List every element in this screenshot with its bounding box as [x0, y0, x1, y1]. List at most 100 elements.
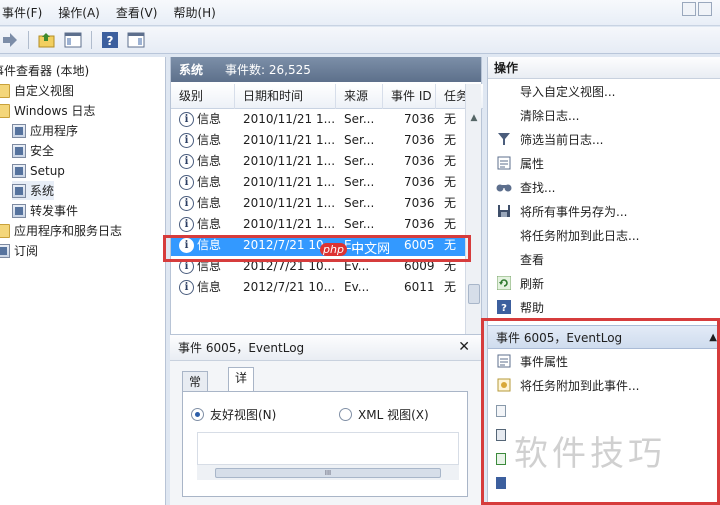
action-label: 查看: [520, 252, 545, 267]
table-row[interactable]: i 信息 2010/11/21 1... Ser... 7036 无: [171, 193, 467, 214]
tree-item-custom-views[interactable]: 自定义视图: [0, 81, 74, 100]
column-header-task[interactable]: 任务: [436, 84, 467, 109]
action-item[interactable]: 查看: [488, 248, 720, 270]
svg-text:?: ?: [107, 34, 114, 48]
action-label: 将任务附加到此事件...: [520, 378, 640, 393]
action-item[interactable]: 导入自定义视图...: [488, 80, 720, 102]
tree-item-system[interactable]: 系统: [12, 181, 55, 200]
event-count: 事件数: 26,525: [225, 63, 311, 77]
table-row[interactable]: i 信息 2010/11/21 1... Ser... 7036 无: [171, 151, 467, 172]
action-item[interactable]: 将所有事件另存为...: [488, 200, 720, 222]
radio-friendly-view[interactable]: 友好视图(N): [191, 406, 276, 423]
action-item[interactable]: 刷新: [488, 272, 720, 294]
action-label: 查找...: [520, 180, 556, 195]
tree-item-setup[interactable]: Setup: [12, 161, 65, 180]
tree-item-security[interactable]: 安全: [12, 141, 54, 160]
column-header-datetime[interactable]: 日期和时间: [235, 84, 336, 109]
grid-header: 级别 日期和时间 来源 事件 ID 任务: [171, 84, 483, 109]
tree-item-forwarded-events[interactable]: 转发事件: [12, 201, 78, 220]
close-window-icon[interactable]: [698, 2, 712, 16]
scroll-thumb[interactable]: [468, 284, 480, 304]
action-item[interactable]: 将任务附加到此日志...: [488, 224, 720, 246]
toolbar-separator: [91, 31, 92, 49]
svg-text:?: ?: [501, 303, 507, 314]
action-label: 筛选当前日志...: [520, 132, 604, 147]
action-label: 帮助: [520, 300, 545, 315]
table-row[interactable]: i 信息 2012/7/21 10... Ev... 6009 无: [171, 256, 467, 277]
help-button[interactable]: ?: [100, 30, 120, 50]
column-header-event-id[interactable]: 事件 ID: [383, 84, 436, 109]
scroll-up-icon[interactable]: ▲: [466, 110, 482, 126]
tree-item-windows-logs[interactable]: Windows 日志: [0, 101, 95, 120]
event-actions-title: 事件 6005，EventLog: [496, 331, 623, 345]
tree-item-label: 订阅: [14, 244, 39, 258]
close-icon[interactable]: ✕: [458, 339, 470, 355]
info-icon: i: [179, 112, 194, 127]
table-row[interactable]: i 信息 2010/11/21 1... Ser... 7036 无: [171, 109, 467, 130]
cell-task: 无: [444, 133, 457, 147]
menu-action[interactable]: 操作(A): [50, 4, 108, 21]
collapse-icon[interactable]: ▲: [709, 326, 717, 350]
watermark: 软件技巧: [514, 434, 666, 474]
radio-label: XML 视图(X): [358, 408, 429, 422]
table-row[interactable]: i 信息 2010/11/21 1... Ser... 7036 无: [171, 172, 467, 193]
cell-event-id: 7036: [404, 112, 435, 126]
cell-datetime: 2012/7/21 10...: [243, 280, 335, 294]
cell-level: 信息: [197, 154, 222, 168]
forward-button[interactable]: [0, 30, 20, 50]
table-row[interactable]: i 信息 2012/7/21 10... Ev... 6011 无: [171, 277, 467, 298]
detail-horizontal-scrollbar[interactable]: III: [197, 464, 459, 480]
menu-bar: 事件(F) 操作(A) 查看(V) 帮助(H): [0, 0, 720, 26]
scroll-thumb[interactable]: III: [215, 468, 441, 478]
cell-task: 无: [444, 280, 457, 294]
column-header-source[interactable]: 来源: [336, 84, 383, 109]
tab-details[interactable]: 详细信息: [228, 367, 255, 445]
tree-item-subscriptions[interactable]: 订阅: [0, 241, 38, 260]
show-hide-tree-button[interactable]: [63, 30, 83, 50]
cell-source: Ev...: [344, 280, 370, 294]
menu-view[interactable]: 查看(V): [108, 4, 166, 21]
action-item[interactable]: 筛选当前日志...: [488, 128, 720, 150]
help-icon: ?: [496, 299, 512, 315]
action-label: 将所有事件另存为...: [520, 204, 628, 219]
event-actions-header[interactable]: 事件 6005，EventLog ▲: [488, 325, 720, 349]
cell-source: Ser...: [344, 175, 375, 189]
action-pane-button[interactable]: [126, 30, 146, 50]
cell-source: Ser...: [344, 217, 375, 231]
radio-dot[interactable]: [339, 408, 352, 421]
cell-datetime: 2010/11/21 1...: [243, 112, 335, 126]
radio-xml-view[interactable]: XML 视图(X): [339, 406, 429, 423]
action-item[interactable]: 属性: [488, 152, 720, 174]
event-action-item[interactable]: 事件属性: [488, 350, 720, 372]
table-row[interactable]: i 信息 2010/11/21 1... Ser... 7036 无: [171, 130, 467, 151]
up-folder-button[interactable]: [37, 30, 57, 50]
vertical-scrollbar[interactable]: ▲ ▼: [465, 84, 481, 369]
action-item[interactable]: 查找...: [488, 176, 720, 198]
restore-icon[interactable]: [682, 2, 696, 16]
folder-icon: [0, 223, 10, 238]
action-item[interactable]: ? 帮助: [488, 296, 720, 318]
tree-item-app-service-logs[interactable]: 应用程序和服务日志: [0, 221, 122, 240]
action-icon-stub: [496, 405, 506, 417]
log-icon: [12, 183, 26, 198]
tree-item-application[interactable]: 应用程序: [12, 121, 78, 140]
info-icon: i: [179, 196, 194, 211]
table-row[interactable]: i 信息 2010/11/21 1... Ser... 7036 无: [171, 214, 467, 235]
tab-general[interactable]: 常规: [182, 371, 209, 409]
menu-help[interactable]: 帮助(H): [165, 4, 223, 21]
cell-source: Ser...: [344, 133, 375, 147]
cell-source: Ser...: [344, 154, 375, 168]
cell-datetime: 2012/7/21 10...: [243, 259, 335, 273]
tree-item-label: 安全: [30, 144, 55, 158]
event-action-item[interactable]: 将任务附加到此事件...: [488, 374, 720, 396]
column-header-level[interactable]: 级别: [171, 84, 235, 109]
action-item[interactable]: 清除日志...: [488, 104, 720, 126]
help-icon: ?: [102, 32, 118, 48]
save-icon: [496, 203, 512, 219]
radio-dot[interactable]: [191, 408, 204, 421]
tree-item-event-viewer[interactable]: 事件查看器 (本地): [0, 61, 89, 80]
table-row[interactable]: i 信息 2012/7/21 10... E... 6005 无: [171, 235, 467, 256]
menu-event[interactable]: 事件(F): [0, 4, 50, 21]
site-watermark: php 中文网: [320, 238, 390, 257]
cell-source: Ser...: [344, 196, 375, 210]
